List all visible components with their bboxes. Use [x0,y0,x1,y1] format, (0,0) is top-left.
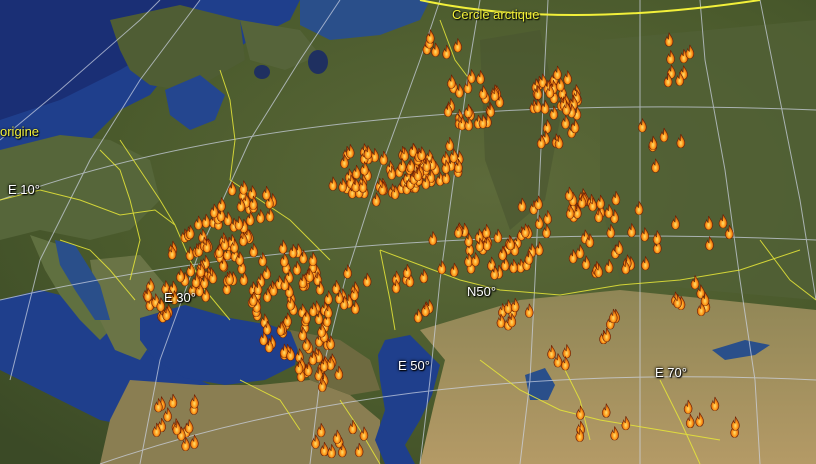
meridian-50-label: E 50° [398,358,430,373]
arctic-circle-label: Cercle arctique [452,7,540,22]
lake-ladoga [254,65,270,79]
parallel-50-label: N50° [467,284,497,299]
meridian-30-label: E 30° [164,290,196,305]
lake-onega [308,50,328,74]
west-siberia [600,20,816,300]
map-view[interactable]: Cercle arctique origine E 10° E 30° N50°… [0,0,816,464]
meridian-70-label: E 70° [655,365,687,380]
meridian-origin-label: origine [0,124,40,139]
meridian-10-label: E 10° [8,182,40,197]
satellite-map[interactable] [0,0,816,464]
